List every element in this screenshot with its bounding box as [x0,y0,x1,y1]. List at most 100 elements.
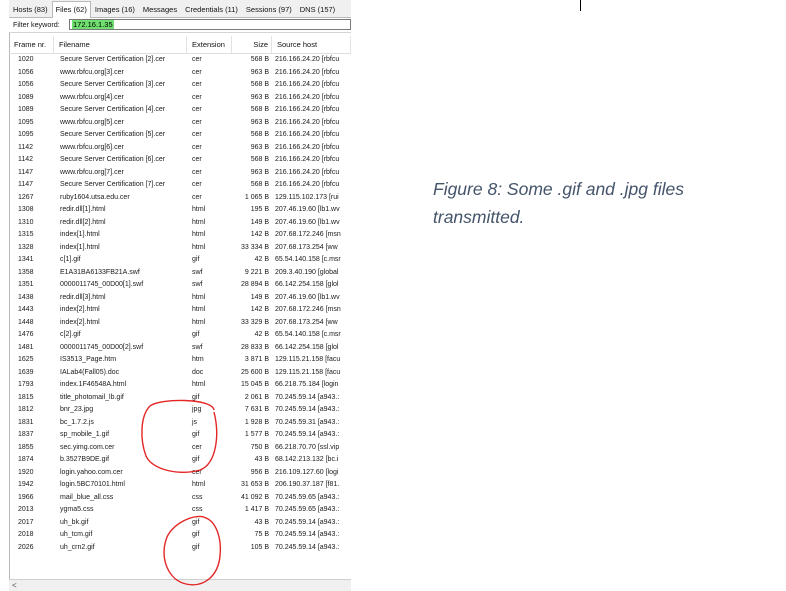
cell-extension: swf [192,281,203,288]
table-row[interactable]: 1089 www.rbfcu.org[4].cer cer 963 B 216.166.… [9,92,351,105]
cell-filename: uh_crn2.gif [60,543,95,551]
cell-source-host: 70.245.59.14 [a943.: [275,543,340,551]
cell-source-host: 70.245.59.14 [a943.: [275,406,340,413]
table-row[interactable]: 1443 index[2].html html 142 B 207.68.172.246… [9,304,351,317]
table-row[interactable]: 2018 uh_tcm.gif gif 75 B 70.245.59.14 [a943.… [9,529,351,542]
scroll-left-icon[interactable]: < [12,580,17,591]
table-row[interactable]: 1308 redir.dll[1].html html 195 B 207.46.19.… [9,204,351,217]
tab-images[interactable]: Images (16) [91,2,139,17]
tab-hosts[interactable]: Hosts (83) [9,2,52,17]
cell-extension: cer [192,168,202,176]
filter-keyword-input[interactable]: 172.16.1.35 [69,19,351,30]
table-row[interactable]: 1147 www.rbfcu.org[7].cer cer 963 B 216.166.… [9,167,351,180]
table-row[interactable]: 1020 Secure Server Certification [2].cer c… [9,54,351,67]
cell-extension: gif [192,256,200,263]
cell-filename: IS3513_Page.htm [60,356,117,363]
cell-filename: b.3527B9DE.gif [60,456,110,463]
tab-credentials[interactable]: Credentials (11) [181,2,242,17]
table-row[interactable]: 1315 index[1].html html 142 B 207.68.172.246… [9,229,351,242]
table-row[interactable]: 1831 bc_1.7.2.js js 1 928 B 70.245.59.31 [a9… [9,417,351,430]
table-row[interactable]: 1942 login.5BC70101.html html 31 653 B 206.1… [9,479,351,492]
cell-source-host: 129.115.21.158 [facu [275,356,341,363]
table-row[interactable]: 1625 IS3513_Page.htm htm 3 871 B 129.115.21.… [9,354,351,367]
cell-extension: swf [192,268,203,276]
cell-size: 956 B [250,468,269,476]
table-row[interactable]: 1089 Secure Server Certification [4].cer c… [9,104,351,117]
cell-frame: 1837 [18,431,34,438]
column-header-frame[interactable]: Frame nr. [9,36,54,53]
table-row[interactable]: 1358 E1A31BA6133FB21A.swf swf 9 221 B 209.3.… [9,267,351,280]
table-row[interactable]: 2017 uh_bk.gif gif 43 B 70.245.59.14 [a943.: [9,517,351,530]
table-row[interactable]: 1438 redir.dll[3].html html 149 B 207.46.19.… [9,292,351,305]
table-row[interactable]: 1966 mail_blue_all.css css 41 092 B 70.245.5… [9,492,351,505]
horizontal-scrollbar[interactable]: < [9,579,351,591]
tab-sessions[interactable]: Sessions (97) [242,2,296,17]
table-row[interactable]: 2013 ygma5.css css 1 417 B 70.245.59.65 [a94… [9,504,351,517]
table-row[interactable]: 1341 c[1].gif gif 42 B 65.54.140.158 [c.msr [9,254,351,267]
cell-filename: redir.dll[2].html [60,218,106,226]
cell-source-host: 66.218.75.184 [login [275,381,339,388]
cell-filename: mail_blue_all.css [60,493,114,501]
cell-frame: 1966 [18,493,34,501]
tab-files[interactable]: Files (62) [51,1,91,18]
cell-source-host: 207.46.19.60 [lb1.wv [275,293,340,301]
filter-bar: Filter keyword: 172.16.1.35 [9,18,351,33]
cell-extension: cer [192,143,202,151]
table-row[interactable]: 1812 bnr_23.jpg jpg 7 631 B 70.245.59.14 [a9… [9,404,351,417]
table-row[interactable]: 1793 index.1F46548A.html html 15 045 B 66.21… [9,379,351,392]
cell-filename: index.1F46548A.html [60,381,127,388]
text-cursor-mark [580,0,581,11]
cell-extension: html [192,481,206,488]
cell-source-host: 65.54.140.158 [c.msr [275,331,341,338]
table-row[interactable]: 1855 sec.yimg.com.cer cer 750 B 66.218.70.70… [9,442,351,455]
cell-filename: c[1].gif [60,256,81,263]
cell-frame: 1095 [18,118,34,126]
table-row[interactable]: 1056 Secure Server Certification [3].cer c… [9,79,351,92]
cell-filename: www.rbfcu.org[6].cer [60,143,124,151]
table-row[interactable]: 1267 ruby1604.utsa.edu.cer cer 1 065 B 129.1… [9,192,351,205]
column-header-extension[interactable]: Extension [187,36,232,53]
column-header-filename[interactable]: Filename [54,36,187,53]
table-row[interactable]: 1448 index[2].html html 33 329 B 207.68.173.… [9,317,351,330]
cell-filename: index[2].html [60,318,100,326]
table-row[interactable]: 1142 Secure Server Certification [6].cer c… [9,154,351,167]
table-row[interactable]: 1481 0000011745_00D00[2].swf swf 28 833 B 66… [9,342,351,355]
cell-extension: doc [192,368,204,376]
table-row[interactable]: 1095 www.rbfcu.org[5].cer cer 963 B 216.166.… [9,117,351,130]
cell-extension: gif [192,543,200,551]
cell-filename: login.yahoo.com.cer [60,468,123,476]
table-row[interactable]: 1142 www.rbfcu.org[6].cer cer 963 B 216.166.… [9,142,351,155]
table-row[interactable]: 1920 login.yahoo.com.cer cer 956 B 216.109.1… [9,467,351,480]
cell-source-host: 70.245.59.14 [a943.: [275,393,340,401]
tab-dns[interactable]: DNS (157) [296,2,339,17]
cell-size: 149 B [250,218,269,226]
cell-extension: cer [192,56,202,63]
table-row[interactable]: 1815 title_photomail_lb.gif gif 2 061 B 70.2… [9,392,351,405]
cell-source-host: 216.166.24.20 [rbfcu [275,168,340,176]
table-row[interactable]: 1351 0000011745_00D00[1].swf swf 28 894 B 66… [9,279,351,292]
cell-filename: www.rbfcu.org[7].cer [60,168,124,176]
table-row[interactable]: 1095 Secure Server Certification [5].cer c… [9,129,351,142]
table-row[interactable]: 1874 b.3527B9DE.gif gif 43 B 68.142.213.132 … [9,454,351,467]
table-row[interactable]: 1476 c[2].gif gif 42 B 65.54.140.158 [c.msr [9,329,351,342]
filter-keyword-value: 172.16.1.35 [72,20,114,29]
cell-extension: gif [192,431,200,438]
cell-size: 963 B [250,143,269,151]
tab-messages[interactable]: Messages [139,2,181,17]
column-header-size[interactable]: Size [232,36,272,53]
table-row[interactable]: 1310 redir.dll[2].html html 149 B 207.46.19.… [9,217,351,230]
table-row[interactable]: 1639 IALab4(Fall05).doc doc 25 600 B 129.115… [9,367,351,380]
cell-source-host: 216.166.24.20 [rbfcu [275,93,340,101]
cell-filename: Secure Server Certification [2].cer [60,56,166,63]
cell-extension: cer [192,118,202,126]
cell-extension: htm [192,356,204,363]
column-header-source-host[interactable]: Source host [272,36,351,53]
table-row[interactable]: 1837 sp_mobile_1.gif gif 1 577 B 70.245.59.1… [9,429,351,442]
cell-size: 568 B [250,81,269,88]
table-row[interactable]: 1328 index[1].html html 33 334 B 207.68.173.… [9,242,351,255]
cell-size: 33 334 B [240,243,269,251]
table-row[interactable]: 2026 uh_crn2.gif gif 105 B 70.245.59.14 [a94… [9,542,351,555]
cell-source-host: 70.245.59.65 [a943.: [275,493,340,501]
table-row[interactable]: 1056 www.rbfcu.org[3].cer cer 963 B 216.166.… [9,67,351,80]
table-row[interactable]: 1147 Secure Server Certification [7].cer c… [9,179,351,192]
